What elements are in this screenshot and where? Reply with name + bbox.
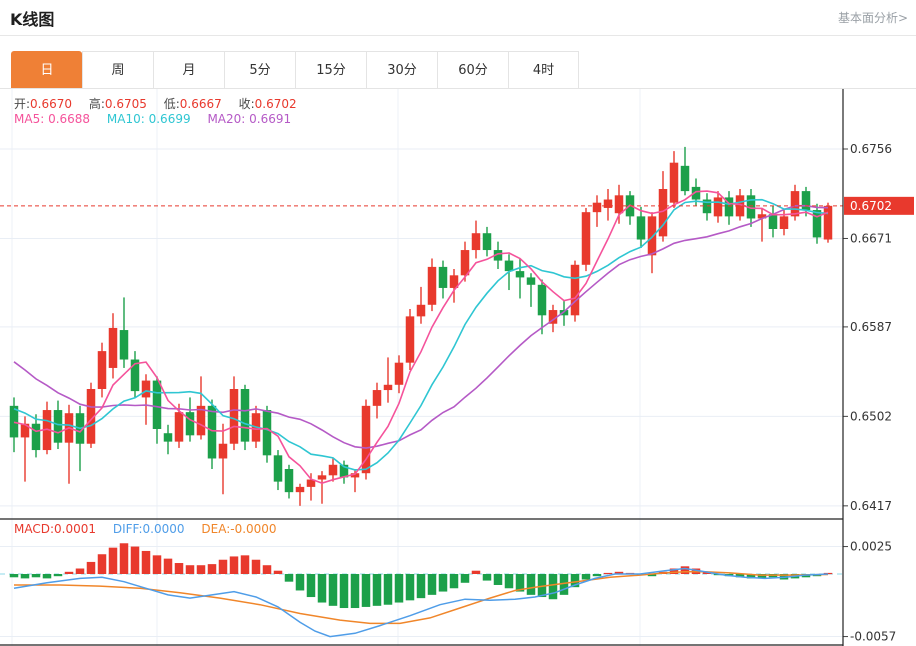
svg-text:-0.0057: -0.0057 xyxy=(850,630,896,644)
dea-value: -0.0000 xyxy=(230,522,277,536)
kline-chart-canvas[interactable]: 0.6756 0.6671 0.6587 0.6502 0.6417 0.0025 -0.0… xyxy=(0,89,916,646)
close-label: 收: xyxy=(238,97,255,111)
tab-period-3[interactable]: 5分 xyxy=(224,51,295,88)
candlestick-layer xyxy=(9,146,833,506)
ma5-label: MA5: xyxy=(14,112,45,126)
tab-period-2[interactable]: 月 xyxy=(153,51,224,88)
tab-period-7[interactable]: 4时 xyxy=(508,51,579,88)
ma20-value: 0.6691 xyxy=(249,112,292,126)
svg-text:0.6417: 0.6417 xyxy=(850,499,892,513)
svg-text:0.0025: 0.0025 xyxy=(850,540,892,554)
ma-readout: MA5: 0.6688 MA10: 0.6699 MA20: 0.6691 xyxy=(14,112,304,126)
high-value: 0.6705 xyxy=(104,97,147,111)
svg-text:0.6671: 0.6671 xyxy=(850,231,892,245)
dea-label: DEA: xyxy=(201,522,231,536)
page-title: K线图 xyxy=(10,9,55,29)
close-value: 0.6702 xyxy=(254,97,297,111)
diff-label: DIFF: xyxy=(112,522,143,536)
ma5-line xyxy=(13,190,829,484)
ma10-value: 0.6699 xyxy=(148,112,191,126)
ma5-value: 0.6688 xyxy=(48,112,91,126)
ma-lines-layer xyxy=(13,190,829,484)
svg-text:0.6502: 0.6502 xyxy=(850,409,892,423)
ma20-label: MA20: xyxy=(207,112,246,126)
diff-value: 0.0000 xyxy=(142,522,185,536)
low-value: 0.6667 xyxy=(179,97,222,111)
tab-period-0[interactable]: 日 xyxy=(11,51,82,88)
macd-label: MACD: xyxy=(14,522,55,536)
period-tabbar: 日周月 5分 15分 30分 60分 4时 xyxy=(0,51,916,89)
tab-period-1[interactable]: 周 xyxy=(82,51,153,88)
tab-period-5[interactable]: 30分 xyxy=(366,51,437,88)
macd-value: 0.0001 xyxy=(54,522,97,536)
tab-period-6[interactable]: 60分 xyxy=(437,51,508,88)
kline-chart-area[interactable]: 0.6756 0.6671 0.6587 0.6502 0.6417 0.0025 -0.0… xyxy=(0,89,916,646)
tab-period-4[interactable]: 15分 xyxy=(295,51,366,88)
svg-text:0.6587: 0.6587 xyxy=(850,320,892,334)
open-value: 0.6670 xyxy=(30,97,73,111)
svg-text:0.6702: 0.6702 xyxy=(850,199,892,213)
ma10-label: MA10: xyxy=(106,112,145,126)
macd-layer xyxy=(9,543,833,638)
ohlc-readout: 开:0.6670 高:0.6705 低:0.6667 收:0.6702 xyxy=(14,95,310,112)
low-label: 低: xyxy=(163,97,180,111)
fundamental-analysis-link[interactable]: 基本面分析> xyxy=(838,9,908,26)
macd-readout: MACD:0.0001 DIFF:0.0000 DEA:-0.0000 xyxy=(14,522,290,536)
svg-text:0.6756: 0.6756 xyxy=(850,142,892,156)
high-label: 高: xyxy=(88,97,105,111)
open-label: 开: xyxy=(14,97,31,111)
widget-header: K线图 基本面分析> xyxy=(0,0,916,36)
